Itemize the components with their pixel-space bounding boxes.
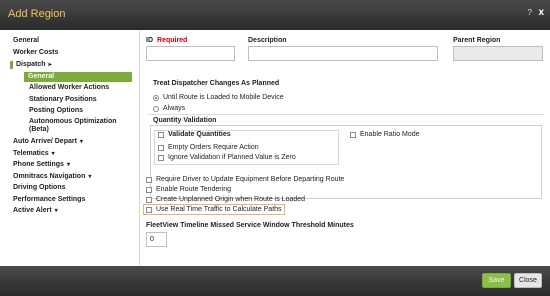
checkbox-label: Ignore Validation if Planned Value is Ze… <box>168 154 296 161</box>
sidebar-item-phone-settings[interactable]: Phone Settings ▾ <box>13 161 70 169</box>
sidebar-item-worker-costs[interactable]: Worker Costs <box>13 49 58 57</box>
parent-region-label: Parent Region <box>453 37 501 44</box>
checkbox-icon <box>146 206 152 213</box>
fleetview-threshold-input[interactable]: 0 <box>146 232 167 247</box>
empty-orders-checkbox[interactable]: Empty Orders Require Action <box>158 144 259 151</box>
checkbox-label: Validate Quantities <box>168 131 231 138</box>
caret-down-icon: ▾ <box>88 174 92 180</box>
close-icon[interactable]: x <box>538 7 544 18</box>
main-form: ID Required Description Parent Region Tre… <box>141 30 550 266</box>
checkbox-label: Use Real Time Traffic to Calculate Paths <box>156 206 282 213</box>
description-input[interactable] <box>248 46 438 61</box>
sidebar-item-auto-arrive-depart[interactable]: Auto Arrive/ Depart ▾ <box>13 138 83 146</box>
radio-label: Always <box>163 105 186 112</box>
radio-always[interactable]: Always <box>153 105 185 112</box>
sidebar: General Worker Costs Dispatch ▸ General A… <box>0 30 140 266</box>
sidebar-item-omnitracs-navigation[interactable]: Omnitracs Navigation ▾ <box>13 173 91 181</box>
radio-icon <box>153 105 159 112</box>
sidebar-item-label: Omnitracs Navigation <box>13 173 86 180</box>
checkbox-label: Empty Orders Require Action <box>168 144 259 151</box>
sidebar-subitem-stationary-positions[interactable]: Stationary Positions <box>29 96 97 104</box>
checkbox-label: Create Unplanned Origin when Route is Lo… <box>156 196 306 203</box>
help-icon[interactable]: ? <box>528 8 532 17</box>
quantity-validation-heading: Quantity Validation <box>153 117 217 124</box>
radio-until-route-loaded[interactable]: Until Route is Loaded to Mobile Device <box>153 94 284 101</box>
sidebar-item-label: Auto Arrive/ Depart <box>13 138 77 145</box>
sidebar-item-driving-options[interactable]: Driving Options <box>13 184 66 192</box>
checkbox-icon <box>158 154 164 161</box>
sidebar-item-label: Telematics <box>13 150 49 157</box>
sidebar-item-label-beta: (Beta) <box>29 126 49 133</box>
close-button[interactable]: Close <box>514 273 542 288</box>
enable-ratio-mode-checkbox[interactable]: Enable Ratio Mode <box>350 131 420 138</box>
checkbox-icon <box>158 144 164 151</box>
checkbox-icon <box>350 131 356 138</box>
sidebar-subitem-general[interactable]: General <box>24 72 132 82</box>
save-button[interactable]: Save <box>482 273 511 288</box>
parent-region-select[interactable] <box>453 46 543 61</box>
section-divider <box>148 114 544 115</box>
ignore-validation-checkbox[interactable]: Ignore Validation if Planned Value is Ze… <box>158 154 296 161</box>
sidebar-item-dispatch[interactable]: Dispatch ▸ <box>10 61 52 69</box>
required-indicator: Required <box>157 37 188 44</box>
id-input[interactable] <box>146 46 235 61</box>
sidebar-item-performance-settings[interactable]: Performance Settings <box>13 196 85 204</box>
sidebar-item-label: Active Alert <box>13 207 52 214</box>
sidebar-item-telematics[interactable]: Telematics ▾ <box>13 150 55 158</box>
sidebar-item-general[interactable]: General <box>13 37 39 45</box>
dialog-body: General Worker Costs Dispatch ▸ General A… <box>0 30 550 266</box>
checkbox-icon <box>146 176 152 183</box>
id-label-text: ID <box>146 37 153 44</box>
radio-selected-icon <box>153 94 159 101</box>
sidebar-subitem-posting-options[interactable]: Posting Options <box>29 107 83 115</box>
checkbox-label: Enable Ratio Mode <box>360 131 420 138</box>
sidebar-item-label: Autonomous Optimization <box>29 118 117 125</box>
sidebar-item-active-alert[interactable]: Active Alert ▾ <box>13 207 58 215</box>
sidebar-item-label: Phone Settings <box>13 161 64 168</box>
sidebar-subitem-allowed-worker-actions[interactable]: Allowed Worker Actions <box>29 84 109 92</box>
id-label: ID Required <box>146 37 187 44</box>
dialog-title: Add Region <box>8 8 66 20</box>
sidebar-subitem-autonomous-optimization[interactable]: Autonomous Optimization (Beta) <box>29 118 117 134</box>
sidebar-item-label: Dispatch <box>16 61 46 68</box>
checkbox-label: Enable Route Tendering <box>156 186 231 193</box>
checkbox-label: Require Driver to Update Equipment Befor… <box>156 176 345 183</box>
use-real-time-traffic-checkbox[interactable]: Use Real Time Traffic to Calculate Paths <box>143 204 285 215</box>
checkbox-icon <box>146 186 152 193</box>
caret-down-icon: ▾ <box>54 208 58 214</box>
radio-label: Until Route is Loaded to Mobile Device <box>163 94 284 101</box>
enable-route-tendering-checkbox[interactable]: Enable Route Tendering <box>146 186 231 193</box>
dialog-footer: Save Close <box>0 266 550 296</box>
caret-right-icon: ▸ <box>48 62 52 68</box>
caret-down-icon: ▾ <box>79 139 83 145</box>
create-unplanned-origin-checkbox[interactable]: Create Unplanned Origin when Route is Lo… <box>146 196 305 203</box>
checkbox-icon <box>146 196 152 203</box>
caret-down-icon: ▾ <box>66 162 70 168</box>
treat-dispatcher-heading: Treat Dispatcher Changes As Planned <box>153 80 280 87</box>
caret-down-icon: ▾ <box>51 151 55 157</box>
title-bar: Add Region ? x <box>0 0 550 30</box>
description-label: Description <box>248 37 287 44</box>
require-driver-update-checkbox[interactable]: Require Driver to Update Equipment Befor… <box>146 176 344 183</box>
fleetview-threshold-label: FleetView Timeline Missed Service Window… <box>146 222 354 229</box>
checkbox-icon <box>158 131 164 138</box>
validate-quantities-checkbox[interactable]: Validate Quantities <box>158 131 231 138</box>
